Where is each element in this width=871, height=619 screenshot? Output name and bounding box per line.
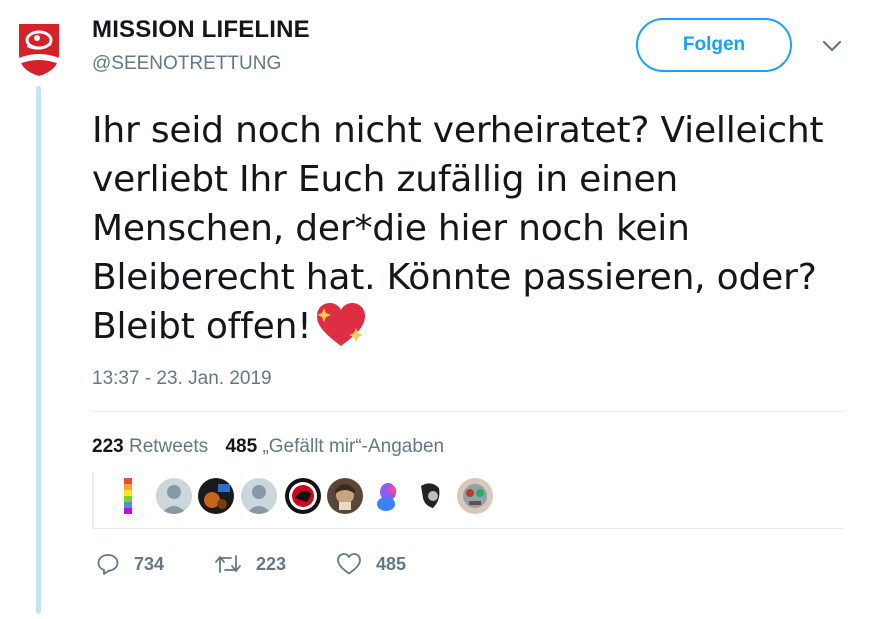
retweet-count: 223 [256,553,287,574]
liker-avatar[interactable] [120,478,136,514]
liker-avatar[interactable] [285,478,321,514]
sparkling-heart-icon [315,302,367,348]
author-handle[interactable]: @SEENOTRETTUNG [92,53,281,75]
like-button[interactable]: 485 [336,552,406,576]
mission-lifeline-logo [19,24,59,76]
reply-icon [97,554,119,575]
like-count: 485 [376,553,407,574]
follow-button[interactable]: Folgen [636,18,792,72]
divider [92,528,844,529]
tweet-body: Ihr seid noch nicht verheiratet? Viellei… [92,110,824,347]
retweet-icon [215,555,241,573]
avatar[interactable] [15,20,63,78]
tweet-timestamp[interactable]: 13:37 - 23. Jan. 2019 [92,368,272,390]
divider [92,411,844,412]
liker-avatar[interactable] [156,478,192,514]
likes-count[interactable]: 485 [225,436,257,457]
reply-count: 734 [134,553,165,574]
retweets-count[interactable]: 223 [92,436,124,457]
author-name[interactable]: MISSION LIFELINE [92,16,310,44]
liker-avatar[interactable] [457,478,493,514]
heart-icon [337,553,361,575]
thread-line [36,86,41,614]
liker-avatar[interactable] [327,478,363,514]
liker-avatar[interactable] [413,478,449,514]
retweets-label[interactable]: Retweets [129,436,208,457]
liker-avatar[interactable] [198,478,234,514]
likers-divider [92,472,94,528]
tweet-text: Ihr seid noch nicht verheiratet? Viellei… [92,106,852,351]
chevron-down-icon[interactable] [820,38,844,54]
liker-avatar[interactable] [370,478,406,514]
retweet-button[interactable]: 223 [214,552,286,576]
reply-button[interactable]: 734 [96,552,164,576]
liker-avatar[interactable] [241,478,277,514]
engagement-stats: 223 Retweets 485 „Gefällt mir“-Angaben [92,436,444,458]
likes-label[interactable]: „Gefällt mir“-Angaben [262,436,444,457]
